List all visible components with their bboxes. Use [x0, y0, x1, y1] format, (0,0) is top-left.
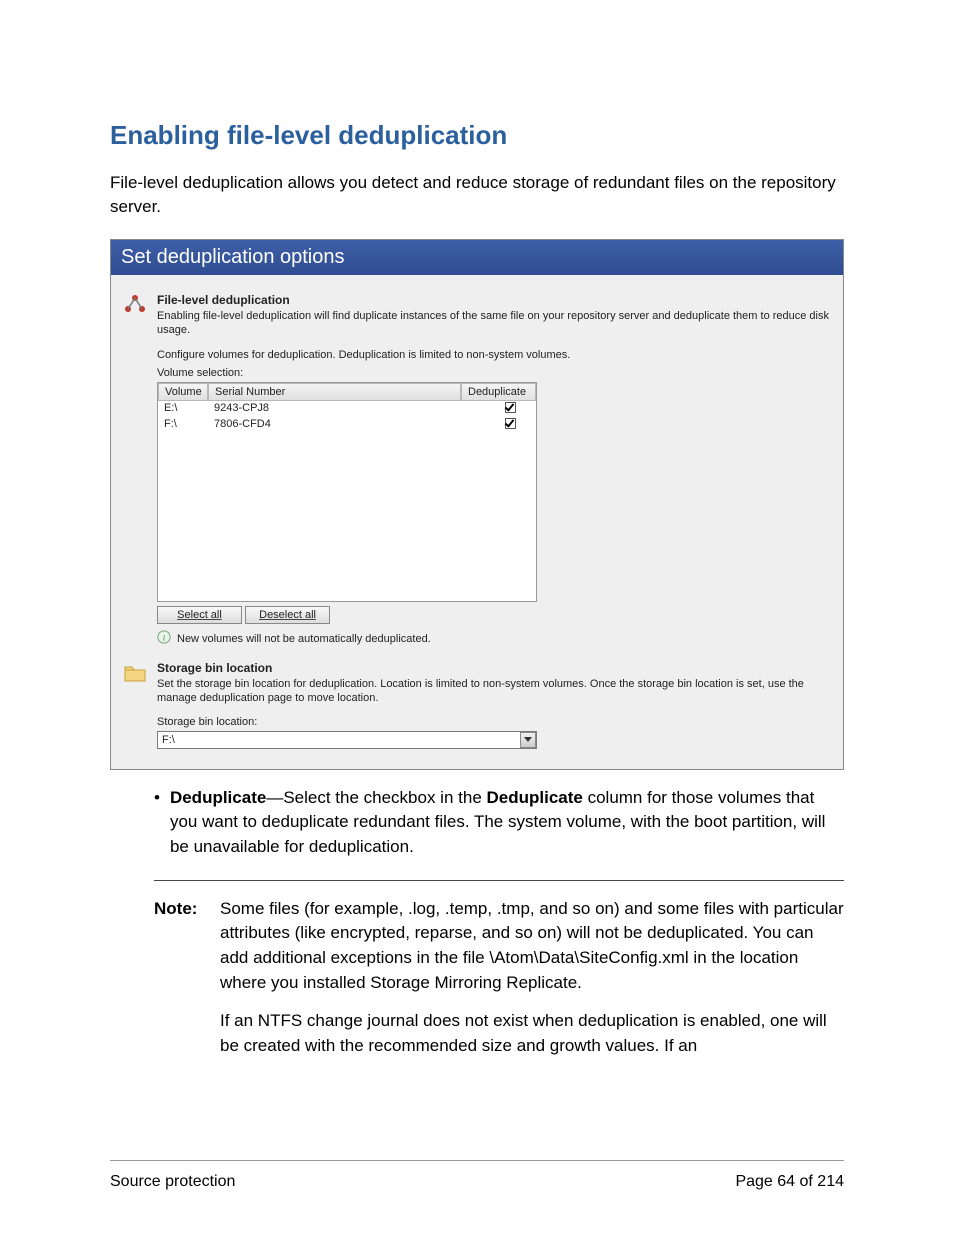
bullet-bold2: Deduplicate: [487, 788, 583, 807]
dedup-options-panel: Set deduplication options File-level ded…: [110, 239, 844, 770]
dedup-section-desc: Enabling file-level deduplication will f…: [157, 309, 833, 338]
info-icon: i: [157, 630, 171, 647]
cell-volume: E:\: [158, 402, 208, 416]
bullet-text-1: —Select the checkbox in the: [266, 788, 486, 807]
folder-icon: [121, 661, 149, 685]
info-text: New volumes will not be automatically de…: [177, 633, 431, 645]
chevron-down-icon[interactable]: [520, 732, 536, 748]
file-dedup-section: File-level deduplication Enabling file-l…: [121, 293, 833, 648]
cell-volume: F:\: [158, 418, 208, 432]
intro-text: File-level deduplication allows you dete…: [110, 171, 844, 219]
combo-value: F:\: [162, 734, 175, 746]
note-label: Note:: [154, 897, 214, 1073]
dedup-checkbox[interactable]: [505, 402, 516, 413]
volume-selection-label: Volume selection:: [157, 367, 833, 379]
volume-table: Volume Serial Number Deduplicate E:\ 924…: [157, 382, 537, 602]
select-all-button[interactable]: Select all: [157, 606, 242, 624]
note-paragraph-1: Some files (for example, .log, .temp, .t…: [220, 897, 844, 996]
configure-line: Configure volumes for deduplication. Ded…: [157, 349, 833, 361]
dedup-icon: [121, 293, 149, 317]
note-paragraph-2: If an NTFS change journal does not exist…: [220, 1009, 844, 1058]
storage-section-desc: Set the storage bin location for dedupli…: [157, 677, 833, 706]
col-header-volume[interactable]: Volume: [158, 383, 208, 401]
table-row[interactable]: F:\ 7806-CFD4: [158, 417, 536, 433]
col-header-dedup[interactable]: Deduplicate: [461, 383, 536, 401]
note-block: Note: Some files (for example, .log, .te…: [154, 880, 844, 1073]
dedup-checkbox[interactable]: [505, 418, 516, 429]
bullet-icon: •: [154, 786, 160, 860]
cell-serial: 7806-CFD4: [208, 418, 461, 432]
footer-right: Page 64 of 214: [735, 1173, 844, 1191]
col-header-serial[interactable]: Serial Number: [208, 383, 461, 401]
page-title: Enabling file-level deduplication: [110, 120, 844, 151]
storage-location-combo[interactable]: F:\: [157, 731, 537, 749]
list-item: • Deduplicate—Select the checkbox in the…: [154, 786, 844, 860]
storage-section-title: Storage bin location: [157, 661, 833, 675]
panel-title: Set deduplication options: [111, 240, 843, 275]
dedup-section-title: File-level deduplication: [157, 293, 833, 307]
footer-left: Source protection: [110, 1173, 235, 1191]
cell-serial: 9243-CPJ8: [208, 402, 461, 416]
storage-location-label: Storage bin location:: [157, 716, 833, 728]
bullet-lead: Deduplicate: [170, 788, 266, 807]
deselect-all-button[interactable]: Deselect all: [245, 606, 330, 624]
page-footer: Source protection Page 64 of 214: [110, 1160, 844, 1221]
table-row[interactable]: E:\ 9243-CPJ8: [158, 401, 536, 417]
storage-bin-section: Storage bin location Set the storage bin…: [121, 661, 833, 749]
